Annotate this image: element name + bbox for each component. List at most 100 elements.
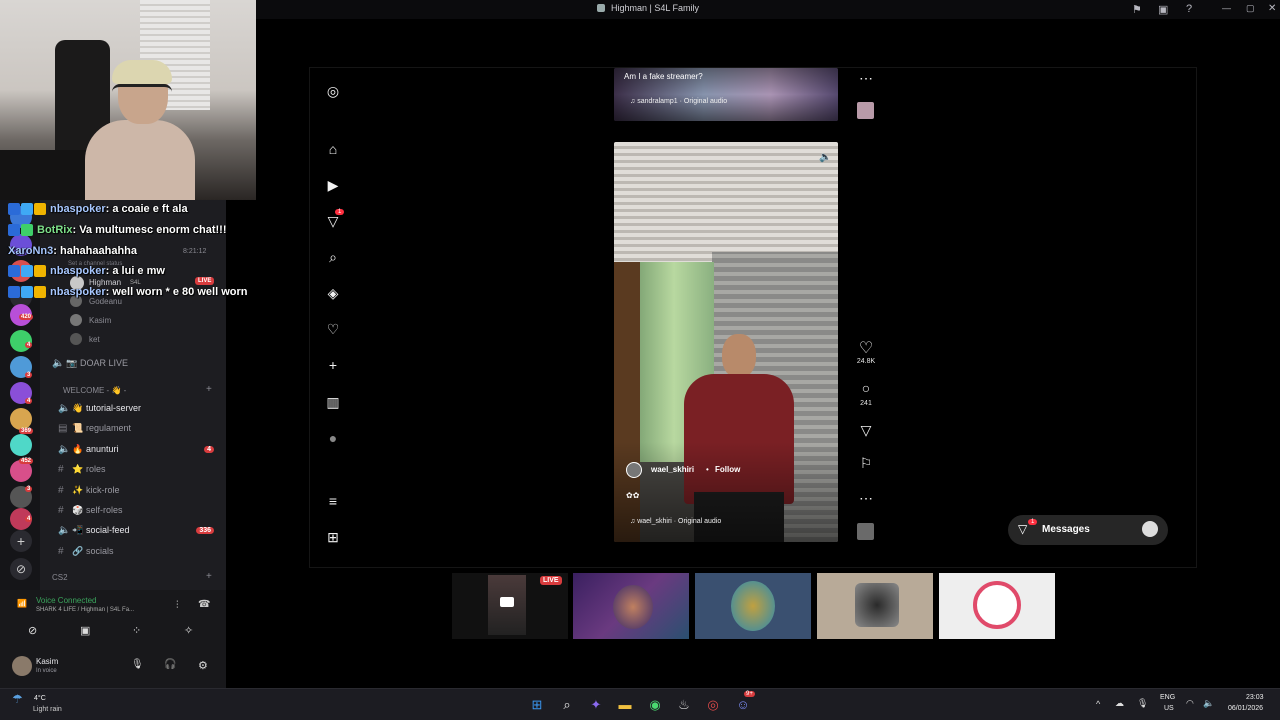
save-bookmark-icon[interactable]: ⚐ [856, 455, 876, 472]
chat-username: nbaspoker [50, 265, 106, 277]
voice-server[interactable]: SHARK 4 LIFE / Highman | S4L Fa... [36, 607, 134, 613]
channel-self-roles[interactable]: # 🎲 self-roles [58, 501, 218, 519]
share-icon[interactable]: ▽ [856, 422, 876, 439]
noise-suppression-icon[interactable]: ⫶ [176, 600, 179, 611]
messages-button[interactable]: ▽ 1 Messages [1008, 515, 1168, 545]
channel-label: kick-role [86, 485, 120, 495]
chat-badges [8, 265, 47, 278]
language[interactable]: ENG [1160, 694, 1175, 701]
microphone-icon[interactable]: 🎙 [131, 659, 144, 670]
activities-icon[interactable]: ⁘ [132, 624, 141, 637]
camera-off-icon[interactable]: ⊘ [28, 624, 37, 637]
weather-desc[interactable]: Light rain [33, 706, 62, 713]
notifications-heart-icon[interactable]: ♡ [324, 320, 342, 338]
reel-audio[interactable]: ♫ sandralamp1 · Original audio [630, 98, 727, 105]
steam-icon[interactable]: ♨ [676, 697, 692, 713]
recording-app-icon[interactable]: ◎ [705, 697, 721, 713]
reel-card[interactable]: Am I a fake streamer? ♫ sandralamp1 · Or… [614, 68, 838, 121]
soundboard-icon[interactable]: ✧ [184, 624, 193, 637]
more-options-icon[interactable]: ⋯ [856, 490, 876, 507]
add-channel-icon[interactable]: + [206, 571, 212, 582]
audio-thumbnail[interactable] [857, 523, 874, 540]
home-icon[interactable]: ⌂ [324, 140, 342, 158]
search-icon[interactable]: ⌕ [559, 697, 575, 713]
direct-icon: ▽ [1018, 522, 1028, 536]
channel-tutorial-server[interactable]: 🔈 👋 tutorial-server [58, 399, 218, 417]
member-name[interactable]: Kasim [89, 316, 111, 325]
maximize-button[interactable]: ▢ [1246, 3, 1255, 14]
add-channel-icon[interactable]: + [206, 384, 212, 395]
settings-gear-icon[interactable]: ⚙ [198, 659, 208, 672]
wifi-icon[interactable]: ◠ [1186, 698, 1194, 709]
disconnect-icon[interactable]: ☎ [198, 599, 210, 610]
category-welcome[interactable]: WELCOME - 👋 - [63, 386, 126, 395]
instagram-logo-icon[interactable]: ◎ [324, 82, 342, 100]
more-options-icon[interactable]: ⋯ [856, 70, 876, 87]
channel-kick-role[interactable]: # ✨ kick-role [58, 481, 218, 499]
category-cs2[interactable]: CS2 [52, 573, 68, 582]
start-windows-icon[interactable]: ⊞ [529, 697, 545, 713]
channel-label: tutorial-server [86, 403, 142, 413]
file-explorer-icon[interactable]: ▬ [617, 697, 633, 713]
search-icon[interactable]: ⌕ [324, 248, 342, 266]
also-from-meta-icon[interactable]: ⊞ [324, 528, 342, 546]
window-title: Highman | S4L Family [256, 3, 1040, 13]
clock-date[interactable]: 06/01/2026 [1228, 705, 1263, 712]
weather-temp[interactable]: 4°C [34, 695, 46, 702]
region[interactable]: US [1164, 705, 1174, 712]
follow-button[interactable]: Follow [715, 465, 740, 474]
author-avatar[interactable] [626, 462, 642, 478]
channel-emoji-icon: ⭐ [72, 463, 84, 474]
explore-icon[interactable]: ⊘ [10, 558, 32, 580]
guild-icon[interactable] [10, 330, 32, 352]
reel-video[interactable]: 🔈 wael_skhiri • Follow ✿✿ ♫ wael_skhiri … [614, 142, 838, 542]
member-name[interactable]: Godeanu [89, 297, 122, 306]
explore-icon[interactable]: ◈ [324, 284, 342, 302]
microphone-icon[interactable]: 🎙 [1137, 698, 1148, 709]
channel-regulament[interactable]: ▤ 📜 regulament [58, 419, 218, 437]
cast-icon[interactable]: ▣ [1158, 3, 1168, 16]
copilot-icon[interactable]: ✦ [588, 697, 604, 713]
stream-thumbnail[interactable] [939, 573, 1055, 639]
channel-anunturi[interactable]: 🔈 🔥 anunturi 4 [58, 440, 218, 458]
user-name[interactable]: Kasim [36, 657, 58, 666]
channel-socials[interactable]: # 🔗 socials [58, 542, 218, 560]
help-icon[interactable]: ? [1186, 3, 1192, 15]
cloud-icon[interactable]: ☁ [1115, 698, 1124, 709]
flag-icon[interactable]: ⚑ [1132, 3, 1142, 16]
audio-thumbnail[interactable] [857, 102, 874, 119]
guild-icon[interactable] [10, 434, 32, 456]
discord-icon[interactable]: ☺ [735, 697, 751, 713]
member-name[interactable]: ket [89, 335, 100, 344]
dashboard-icon[interactable]: ▥ [324, 393, 342, 411]
volume-icon[interactable]: 🔈 [819, 152, 831, 163]
headphones-icon[interactable]: 🎧 [164, 659, 176, 670]
author-username[interactable]: wael_skhiri [651, 465, 694, 474]
chrome-icon[interactable]: ◉ [647, 697, 663, 713]
channel-roles[interactable]: # ⭐ roles [58, 460, 218, 478]
voice-channel-doar-live[interactable]: 🔈 📷 DOAR LIVE [52, 354, 212, 372]
screen-share-icon[interactable]: ▣ [80, 624, 90, 637]
tray-expand-icon[interactable]: ^ [1096, 699, 1100, 709]
more-menu-icon[interactable]: ≡ [324, 492, 342, 510]
close-button[interactable]: ✕ [1268, 3, 1276, 14]
add-server-icon[interactable]: + [10, 530, 32, 552]
reels-icon[interactable]: ▶ [324, 176, 342, 194]
stream-thumbnail[interactable] [695, 573, 811, 639]
stream-thumbnail[interactable] [573, 573, 689, 639]
clock-time[interactable]: 23:03 [1246, 694, 1264, 701]
guild-icon[interactable] [10, 408, 32, 430]
volume-icon[interactable]: 🔈 [1203, 698, 1214, 709]
channel-social-feed[interactable]: 🔈 📲 social-feed 336 [58, 521, 218, 539]
reel-audio[interactable]: ♫ wael_skhiri · Original audio [630, 518, 721, 525]
user-avatar[interactable] [12, 656, 32, 676]
screen-icon [500, 597, 514, 607]
profile-avatar-icon[interactable]: ● [324, 429, 342, 447]
stream-thumbnail[interactable]: LIVE [452, 573, 568, 639]
minimize-button[interactable]: — [1222, 3, 1231, 13]
reel-audio-text: sandralamp1 · Original audio [637, 98, 728, 105]
comment-icon[interactable]: ○ [856, 380, 876, 396]
like-heart-icon[interactable]: ♡ [856, 338, 876, 358]
stream-thumbnail[interactable] [817, 573, 933, 639]
create-icon[interactable]: + [324, 356, 342, 374]
